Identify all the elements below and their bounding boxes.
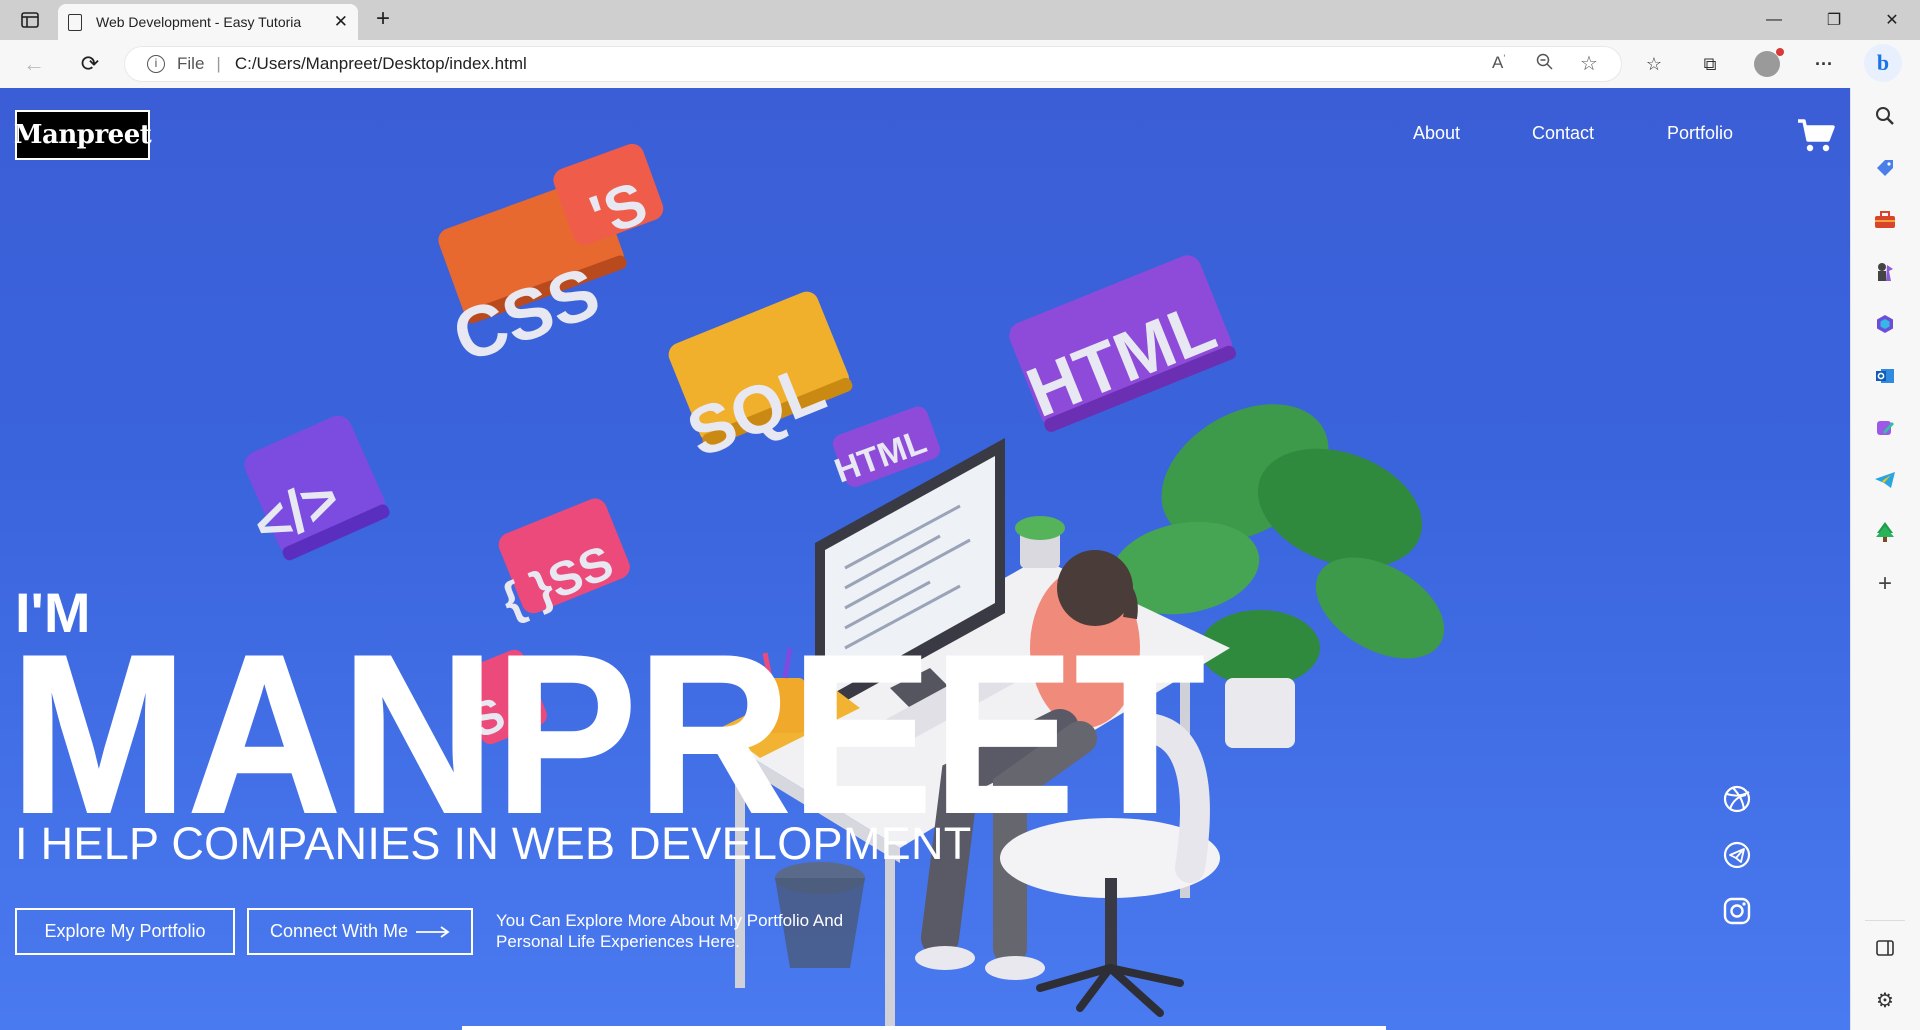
sidebar-divider (1865, 920, 1905, 921)
connect-button[interactable]: Connect With Me (247, 908, 473, 955)
address-url[interactable]: C:/Users/Manpreet/Desktop/index.html (235, 54, 527, 74)
back-button[interactable]: ← (16, 48, 52, 80)
hero-tagline: I HELP COMPANIES IN WEB DEVELOPMENT (15, 818, 972, 869)
read-aloud-icon[interactable]: Aʼ (1492, 53, 1505, 73)
close-tab-icon[interactable]: ✕ (334, 12, 348, 32)
bing-copilot-icon[interactable]: b (1864, 44, 1902, 82)
address-scheme: File (177, 54, 205, 73)
settings-icon[interactable]: ⚙ (1873, 988, 1897, 1012)
tab-strip: Web Development - Easy Tutoria ✕ + — ❐ ✕ (0, 0, 1920, 40)
new-tab-button[interactable]: + (368, 4, 398, 34)
address-separator: | (216, 54, 221, 73)
tab-title: Web Development - Easy Tutoria (96, 14, 302, 30)
hero-name-text: MANPREET (10, 640, 1205, 816)
explore-portfolio-button[interactable]: Explore My Portfolio (15, 908, 235, 955)
tab-actions-icon[interactable] (12, 8, 48, 32)
address-bar-row: ← ⟳ i File | C:/Users/Manpreet/Desktop/i… (0, 40, 1920, 88)
microsoft365-icon[interactable] (1873, 312, 1897, 336)
nav-contact[interactable]: Contact (1532, 123, 1594, 144)
telegram-icon[interactable] (1722, 840, 1752, 870)
hero-intro: I'M (15, 581, 91, 644)
edge-sidebar: + ⚙ (1850, 88, 1920, 1030)
minimize-button[interactable]: — (1746, 0, 1802, 40)
favorites-icon[interactable]: ☆ (1638, 50, 1670, 78)
restore-button[interactable]: ❐ (1806, 0, 1862, 40)
zoom-out-icon[interactable] (1536, 53, 1554, 76)
connect-label: Connect With Me (269, 921, 409, 941)
add-favorite-icon[interactable]: ☆ (1580, 51, 1598, 76)
explore-portfolio-label: Explore My Portfolio (44, 921, 206, 941)
profile-avatar[interactable] (1754, 48, 1784, 77)
page-viewport: CSS 'S SQL HTML HTML </> { }SS 'S Manpre… (0, 88, 1850, 1030)
hero-illustration: CSS 'S SQL HTML HTML </> { }SS 'S (243, 143, 1445, 1030)
cart-icon[interactable] (1796, 118, 1836, 154)
add-icon[interactable]: + (1873, 570, 1897, 597)
instagram-icon[interactable] (1722, 896, 1752, 926)
browser-tab[interactable]: Web Development - Easy Tutoria ✕ (58, 4, 358, 40)
info-icon[interactable]: i (147, 55, 165, 73)
tag-icon[interactable] (1873, 156, 1897, 180)
dribbble-icon[interactable] (1722, 784, 1752, 814)
hero-blurb: You Can Explore More About My Portfolio … (496, 911, 844, 951)
arrow-right-icon (416, 925, 450, 938)
sidebar-toggle-icon[interactable] (1873, 936, 1897, 960)
address-bar[interactable]: i File | C:/Users/Manpreet/Desktop/index… (124, 46, 1622, 82)
briefcase-icon[interactable] (1873, 208, 1897, 232)
designer-icon[interactable] (1873, 416, 1897, 440)
nav-portfolio[interactable]: Portfolio (1667, 123, 1733, 144)
nav-about[interactable]: About (1413, 123, 1460, 144)
collections-icon[interactable]: ⧉ (1694, 50, 1726, 78)
tree-icon[interactable] (1873, 520, 1897, 544)
hero-name: MANPREET (10, 640, 1206, 816)
telegram-icon[interactable] (1873, 468, 1897, 492)
page-icon (68, 13, 82, 31)
chess-icon[interactable] (1873, 260, 1897, 284)
site-logo[interactable]: Manpreet (14, 110, 152, 160)
search-icon[interactable] (1873, 104, 1897, 128)
refresh-button[interactable]: ⟳ (72, 48, 108, 80)
more-menu-icon[interactable]: ··· (1808, 50, 1840, 78)
horizontal-scrollbar[interactable] (462, 1026, 1386, 1030)
outlook-icon[interactable] (1873, 364, 1897, 388)
close-window-button[interactable]: ✕ (1864, 0, 1920, 40)
